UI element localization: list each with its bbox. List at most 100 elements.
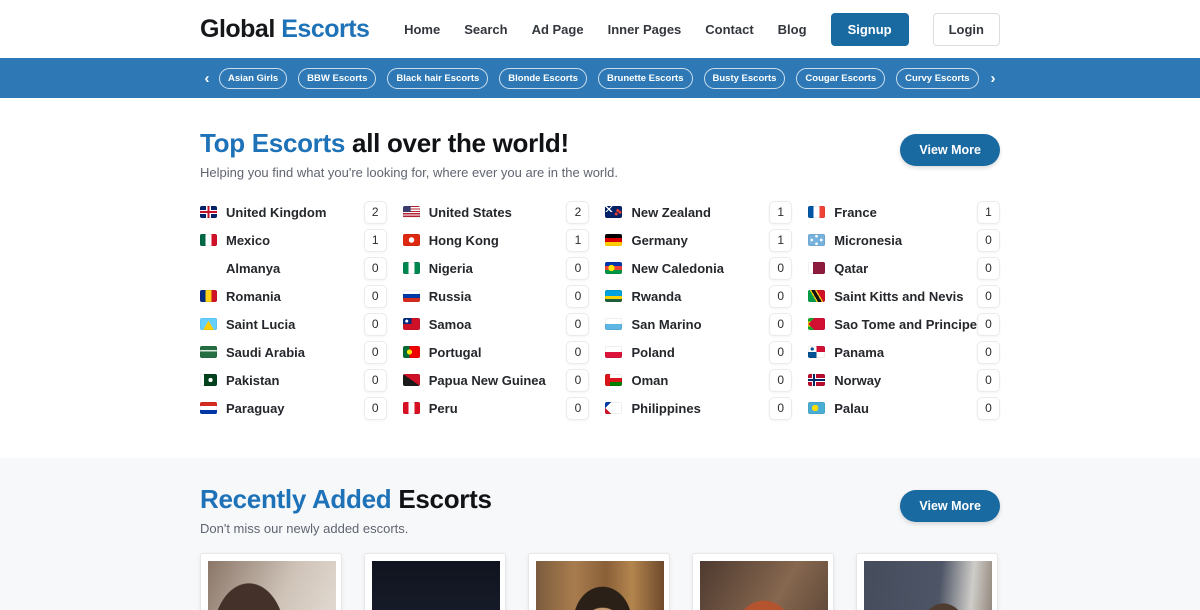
nav-links: Home Search Ad Page Inner Pages Contact Blog bbox=[404, 22, 807, 37]
country-count: 0 bbox=[364, 313, 387, 336]
country-row-mexico[interactable]: Mexico1 bbox=[200, 226, 387, 254]
country-row-paraguay[interactable]: Paraguay0 bbox=[200, 394, 387, 422]
category-pill-asian-girls[interactable]: Asian Girls bbox=[219, 68, 287, 89]
country-name: United States bbox=[429, 205, 512, 220]
category-pill-cougar-escorts[interactable]: Cougar Escorts bbox=[796, 68, 885, 89]
country-row-germany[interactable]: Germany1 bbox=[605, 226, 792, 254]
escort-photo bbox=[700, 561, 828, 610]
country-count: 0 bbox=[977, 313, 1000, 336]
flag-pe-icon bbox=[403, 402, 420, 414]
escort-photo bbox=[372, 561, 500, 610]
country-row-portugal[interactable]: Portugal0 bbox=[403, 338, 590, 366]
country-row-poland[interactable]: Poland 0 bbox=[605, 338, 792, 366]
flag-pt-icon bbox=[403, 346, 420, 358]
country-row-rwanda[interactable]: Rwanda0 bbox=[605, 282, 792, 310]
escort-card-1[interactable] bbox=[200, 553, 342, 610]
country-row-new-caledonia[interactable]: New Caledonia0 bbox=[605, 254, 792, 282]
country-count: 0 bbox=[364, 341, 387, 364]
escort-card-2[interactable] bbox=[364, 553, 506, 610]
country-row-samoa[interactable]: Samoa0 bbox=[403, 310, 590, 338]
chevron-right-icon[interactable]: › bbox=[986, 70, 1000, 87]
countries-grid: United Kingdom2Mexico1Almanya0Romania0Sa… bbox=[200, 198, 1000, 422]
nav-link-home[interactable]: Home bbox=[404, 22, 440, 37]
nav-link-inner-pages[interactable]: Inner Pages bbox=[608, 22, 682, 37]
title-highlight: Recently Added bbox=[200, 484, 391, 514]
country-count: 0 bbox=[364, 257, 387, 280]
country-column-3: New Zealand1Germany1New Caledonia0Rwanda… bbox=[605, 198, 792, 422]
country-row-france[interactable]: France1 bbox=[808, 198, 1000, 226]
country-name: Pakistan bbox=[226, 373, 279, 388]
country-name: Micronesia bbox=[834, 233, 902, 248]
country-column-4: France1Micronesia0Qatar0Saint Kitts and … bbox=[808, 198, 1000, 422]
country-count: 0 bbox=[977, 229, 1000, 252]
country-count: 0 bbox=[769, 341, 792, 364]
country-row-philippines[interactable]: Philippines0 bbox=[605, 394, 792, 422]
country-count: 2 bbox=[364, 201, 387, 224]
country-name: Palau bbox=[834, 401, 869, 416]
flag-ru-icon bbox=[403, 290, 420, 302]
escort-card-5[interactable] bbox=[856, 553, 998, 610]
flag-no-icon bbox=[808, 374, 825, 386]
category-pill-curvy-escorts[interactable]: Curvy Escorts bbox=[896, 68, 978, 89]
country-row-new-zealand[interactable]: New Zealand1 bbox=[605, 198, 792, 226]
country-name: France bbox=[834, 205, 877, 220]
country-row-peru[interactable]: Peru0 bbox=[403, 394, 590, 422]
country-name: United Kingdom bbox=[226, 205, 326, 220]
country-row-saint-kitts-and-nevis[interactable]: Saint Kitts and Nevis0 bbox=[808, 282, 1000, 310]
country-row-qatar[interactable]: Qatar0 bbox=[808, 254, 1000, 282]
country-name: Qatar bbox=[834, 261, 868, 276]
escort-card-4[interactable] bbox=[692, 553, 834, 610]
signup-button[interactable]: Signup bbox=[831, 13, 909, 46]
nav-link-search[interactable]: Search bbox=[464, 22, 507, 37]
login-button[interactable]: Login bbox=[933, 13, 1000, 46]
country-row-panama[interactable]: Panama 0 bbox=[808, 338, 1000, 366]
nav-link-contact[interactable]: Contact bbox=[705, 22, 753, 37]
title-rest: Escorts bbox=[398, 484, 491, 514]
country-row-micronesia[interactable]: Micronesia 0 bbox=[808, 226, 1000, 254]
country-row-russia[interactable]: Russia0 bbox=[403, 282, 590, 310]
category-pill-busty-escorts[interactable]: Busty Escorts bbox=[704, 68, 786, 89]
category-pill-brunette-escorts[interactable]: Brunette Escorts bbox=[598, 68, 693, 89]
category-pill-black-hair-escorts[interactable]: Black hair Escorts bbox=[387, 68, 488, 89]
country-row-almanya[interactable]: Almanya0 bbox=[200, 254, 387, 282]
brand-logo[interactable]: Global Escorts bbox=[200, 15, 369, 44]
country-row-sao-tome-and-principe[interactable]: Sao Tome and Principe0 bbox=[808, 310, 1000, 338]
site-header: Global Escorts Home Search Ad Page Inner Pa… bbox=[0, 0, 1200, 58]
country-row-palau[interactable]: Palau0 bbox=[808, 394, 1000, 422]
escort-photo bbox=[864, 561, 992, 610]
country-name: New Caledonia bbox=[631, 261, 723, 276]
country-count: 0 bbox=[977, 341, 1000, 364]
view-more-countries-button[interactable]: View More bbox=[900, 134, 1000, 166]
country-row-pakistan[interactable]: Pakistan0 bbox=[200, 366, 387, 394]
flag-sa-icon bbox=[200, 346, 217, 358]
country-count: 0 bbox=[769, 313, 792, 336]
country-row-papua-new-guinea[interactable]: Papua New Guinea0 bbox=[403, 366, 590, 394]
country-name: Norway bbox=[834, 373, 881, 388]
escort-card-3[interactable] bbox=[528, 553, 670, 610]
country-name: Panama bbox=[834, 345, 884, 360]
nav-link-blog[interactable]: Blog bbox=[778, 22, 807, 37]
country-row-nigeria[interactable]: Nigeria0 bbox=[403, 254, 590, 282]
category-pill-bbw-escorts[interactable]: BBW Escorts bbox=[298, 68, 376, 89]
country-row-oman[interactable]: Oman0 bbox=[605, 366, 792, 394]
country-count: 1 bbox=[566, 229, 589, 252]
country-row-san-marino[interactable]: San Marino0 bbox=[605, 310, 792, 338]
recently-added-subtitle: Don't miss our newly added escorts. bbox=[200, 521, 492, 536]
country-name: Poland bbox=[631, 345, 674, 360]
country-row-saudi-arabia[interactable]: Saudi Arabia0 bbox=[200, 338, 387, 366]
country-row-romania[interactable]: Romania0 bbox=[200, 282, 387, 310]
country-count: 1 bbox=[769, 201, 792, 224]
flag-qa-icon bbox=[808, 262, 825, 274]
chevron-left-icon[interactable]: ‹ bbox=[200, 70, 214, 87]
country-row-hong-kong[interactable]: Hong Kong1 bbox=[403, 226, 590, 254]
country-name: Germany bbox=[631, 233, 687, 248]
country-count: 0 bbox=[977, 285, 1000, 308]
country-row-united-kingdom[interactable]: United Kingdom 2 bbox=[200, 198, 387, 226]
view-more-escorts-button[interactable]: View More bbox=[900, 490, 1000, 522]
country-count: 0 bbox=[977, 369, 1000, 392]
country-row-norway[interactable]: Norway 0 bbox=[808, 366, 1000, 394]
category-pill-blonde-escorts[interactable]: Blonde Escorts bbox=[499, 68, 587, 89]
country-row-saint-lucia[interactable]: Saint Lucia0 bbox=[200, 310, 387, 338]
country-row-united-states[interactable]: United States2 bbox=[403, 198, 590, 226]
nav-link-ad-page[interactable]: Ad Page bbox=[532, 22, 584, 37]
